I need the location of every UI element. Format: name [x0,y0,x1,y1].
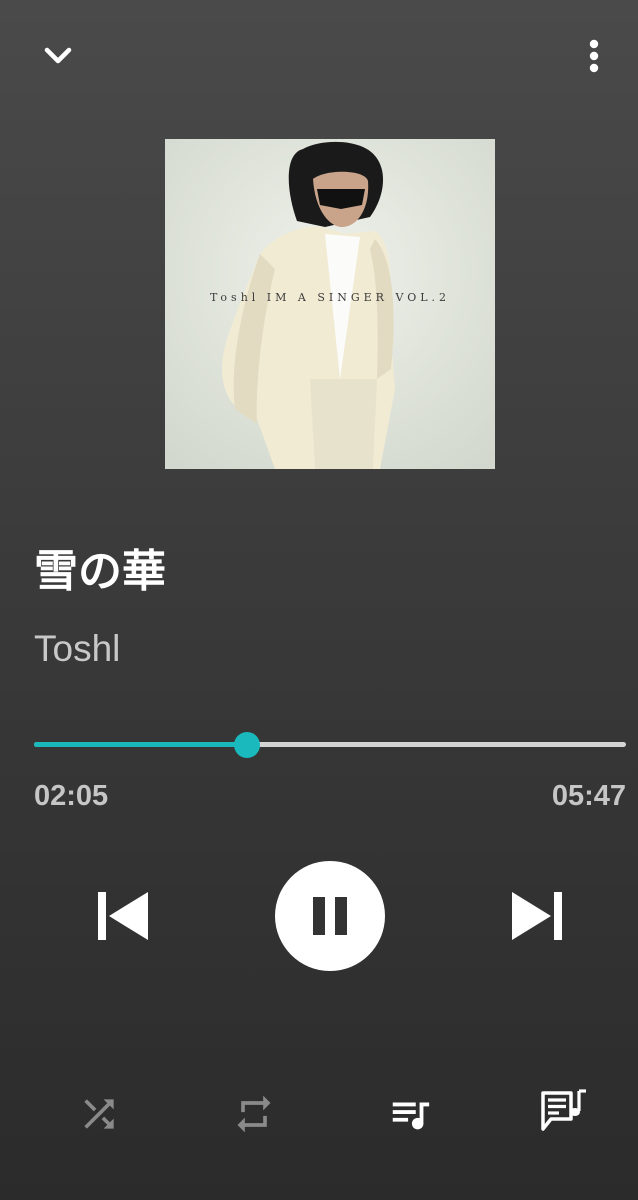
more-options-button[interactable] [566,28,622,84]
repeat-button[interactable] [225,1085,283,1143]
elapsed-time: 02:05 [34,780,109,812]
song-title: 雪の華 [34,546,166,597]
album-cover-image [165,139,495,469]
more-vertical-icon [589,39,599,73]
top-bar [0,0,638,110]
album-cover-text: Toshl IM A SINGER VOL.2 [209,291,451,304]
lyrics-button[interactable] [533,1083,593,1143]
seek-bar[interactable] [34,730,626,760]
shuffle-button[interactable] [70,1085,128,1143]
chevron-down-icon [44,47,72,64]
previous-track-button[interactable] [88,880,160,952]
pause-button[interactable] [275,861,385,971]
queue-button[interactable] [381,1085,439,1143]
queue-music-icon [392,1102,430,1130]
total-duration: 05:47 [551,780,626,812]
next-track-button[interactable] [500,880,572,952]
shuffle-icon [84,1099,114,1129]
collapse-player-button[interactable] [30,28,86,84]
repeat-icon [237,1095,271,1133]
skip-next-icon [512,892,562,940]
skip-previous-icon [98,892,148,940]
artist-name[interactable]: Toshl [34,625,120,673]
lyrics-icon [541,1089,586,1131]
seek-bar-progress [34,742,248,747]
seek-bar-thumb[interactable] [234,732,261,758]
pause-icon [313,897,347,935]
album-art: Toshl IM A SINGER VOL.2 [165,139,495,469]
